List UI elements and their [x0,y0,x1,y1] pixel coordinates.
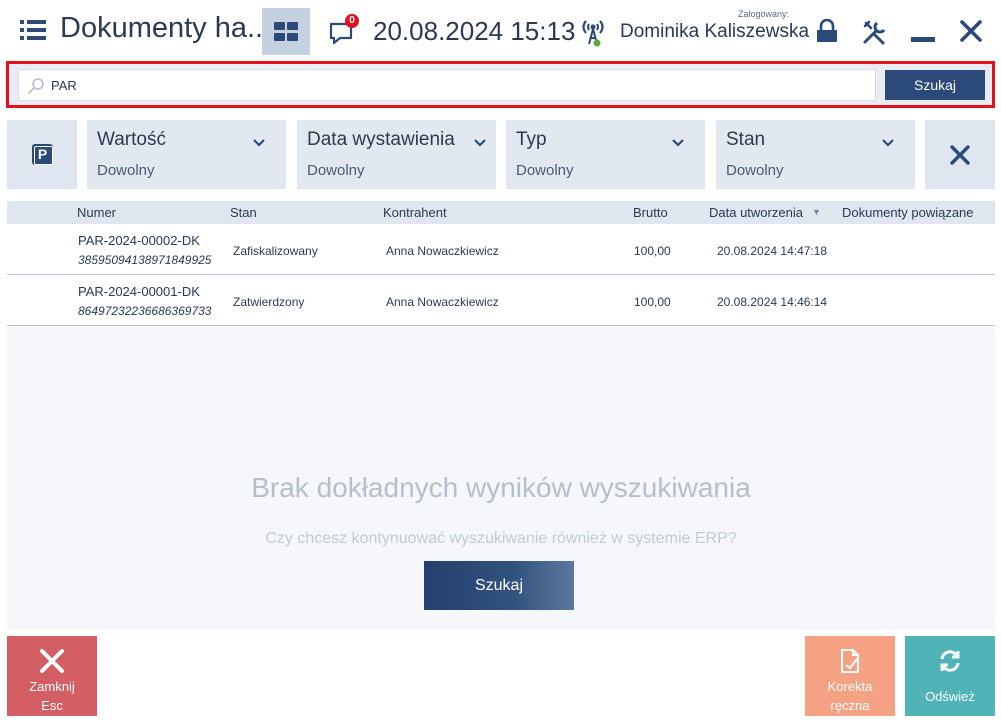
column-header-created[interactable]: Data utworzenia [709,205,803,220]
document-code: 86497232236686369733 [78,304,212,318]
document-gross: 100,00 [634,244,671,258]
filter-selected-value: Dowolny [307,162,365,179]
table-row[interactable]: PAR-2024-00002-DK 38595094138971849925 Z… [7,225,995,275]
chevron-down-icon [672,139,684,147]
document-status: Zafiskalizowany [233,244,318,258]
close-button-shortcut: Esc [41,698,63,713]
app-header: Dokumenty ha... 0 20.08.2024 15:13 Zalog… [0,0,1001,62]
document-contractor: Anna Nowaczkiewicz [386,244,499,258]
document-number: PAR-2024-00002-DK [78,233,200,248]
document-contractor: Anna Nowaczkiewicz [386,295,499,309]
sort-desc-icon: ▼ [812,207,821,217]
user-name: Dominika Kaliszewska [620,21,810,42]
chevron-down-icon [882,139,894,147]
document-gross: 100,00 [634,295,671,309]
column-header-gross[interactable]: Brutto [633,205,668,220]
tiles-grid-button[interactable] [262,8,310,55]
logged-in-label: Zalogowany: [738,9,790,19]
manual-correction-button[interactable]: Korekta ręczna [805,636,895,716]
filter-label: Stan [726,129,766,150]
filter-label: Data wystawienia [307,129,455,150]
close-icon [40,649,64,673]
refresh-button-label: Odśwież [925,689,975,704]
search-field[interactable] [18,69,876,101]
search-icon [28,78,44,94]
no-results-panel: Brak dokładnych wyników wyszukiwania Czy… [7,327,995,630]
erp-search-button[interactable]: Szukaj [424,561,574,610]
lock-icon[interactable] [815,18,839,43]
correction-button-label: Korekta [827,679,873,694]
current-datetime: 20.08.2024 15:13 [373,16,576,46]
column-header-status[interactable]: Stan [230,205,257,220]
chevron-down-icon [253,139,265,147]
no-results-title: Brak dokładnych wyników wyszukiwania [251,472,751,503]
close-icon[interactable] [958,18,984,44]
no-results-subtitle: Czy chcesz kontynuować wyszukiwanie równ… [265,530,737,547]
table-header: Numer Stan Kontrahent Brutto Data utworz… [7,201,995,224]
tools-icon[interactable] [862,19,888,45]
search-bar: Szukaj [6,61,995,108]
close-button[interactable]: Zamknij Esc [7,636,97,716]
search-button[interactable]: Szukaj [885,70,985,100]
document-code: 38595094138971849925 [78,253,212,267]
antenna-signal-icon[interactable] [578,16,608,48]
correction-button-label-2: ręczna [830,698,870,713]
hamburger-menu-icon[interactable] [20,20,46,42]
messages-count-badge: 0 [345,14,359,28]
document-created: 20.08.2024 14:46:14 [717,295,828,309]
column-header-number[interactable]: Numer [77,205,116,220]
parked-documents-button[interactable]: P [7,120,77,189]
close-button-label: Zamknij [29,679,75,694]
document-edit-icon [841,649,859,673]
minimize-icon[interactable] [911,37,935,42]
filter-type[interactable]: Typ Dowolny [506,120,705,189]
filter-selected-value: Dowolny [97,162,155,179]
table-row[interactable]: PAR-2024-00001-DK 86497232236686369733 Z… [7,276,995,326]
filter-label: Typ [516,129,547,150]
chevron-down-icon [474,139,486,147]
close-icon [950,145,970,165]
filter-selected-value: Dowolny [726,162,784,179]
filter-value[interactable]: Wartość Dowolny [87,120,286,189]
parking-icon: P [32,144,53,165]
refresh-icon [940,650,960,672]
column-header-related[interactable]: Dokumenty powiązane [842,205,974,220]
clear-filters-button[interactable] [925,120,995,189]
document-created: 20.08.2024 14:47:18 [717,244,828,258]
filter-selected-value: Dowolny [516,162,574,179]
refresh-button[interactable]: Odśwież [905,636,995,716]
tiles-grid-icon [274,22,285,30]
column-header-contractor[interactable]: Kontrahent [383,205,447,220]
page-title: Dokumenty ha... [60,12,272,44]
filter-issue-date[interactable]: Data wystawienia Dowolny [297,120,496,189]
document-number: PAR-2024-00001-DK [78,284,200,299]
document-status: Zatwierdzony [233,295,305,309]
filter-label: Wartość [97,129,166,150]
filter-status[interactable]: Stan Dowolny [716,120,915,189]
search-input[interactable] [51,70,871,100]
